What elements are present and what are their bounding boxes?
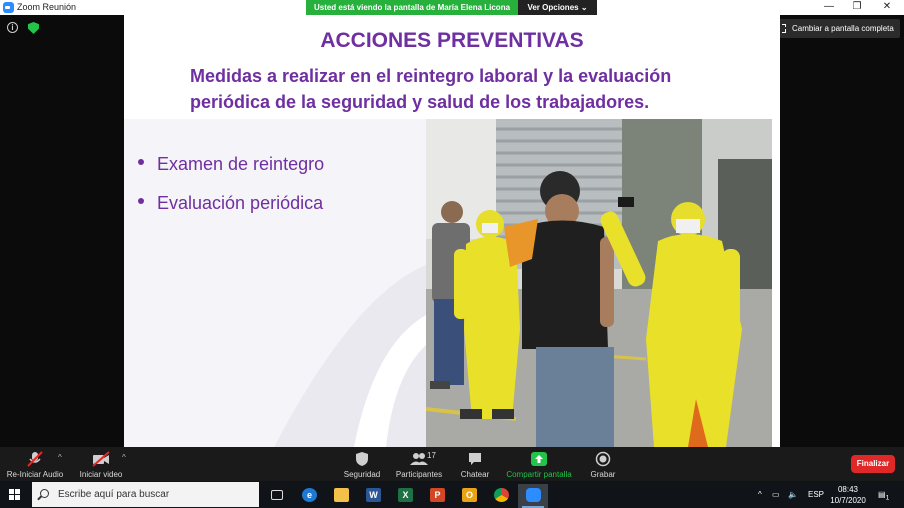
meeting-area: i Cambiar a pantalla completa ACCIONES P… [0,15,904,447]
taskbar-search-input[interactable]: Escribe aquí para buscar [32,482,259,507]
participants-icon [410,453,428,465]
window-title: Zoom Reunión [17,2,77,12]
slide-title: ACCIONES PREVENTIVAS [320,29,584,52]
end-meeting-button[interactable]: Finalizar [851,455,895,473]
view-options-label: Ver Opciones [527,3,579,12]
security-label: Seguridad [343,470,381,479]
powerpoint-icon[interactable]: P [422,484,452,508]
fullscreen-button[interactable]: Cambiar a pantalla completa [772,19,900,38]
info-icon[interactable]: i [7,22,18,33]
bullet-text: Examen de reintegro [157,154,325,174]
zoom-title-bar: Zoom Reunión Usted está viendo la pantal… [0,0,904,15]
windows-start-icon[interactable] [9,489,21,501]
start-video-label: Iniciar video [79,470,123,479]
muted-headphone-icon [27,451,43,467]
record-label: Grabar [590,470,616,479]
zoom-logo-icon [3,2,14,13]
share-screen-label: Compartir pantalla [506,470,572,479]
restart-audio-label: Re-Iniciar Audio [6,470,64,479]
bullet-item: Evaluación periódica [138,193,323,214]
file-explorer-icon[interactable] [326,484,356,508]
chevron-down-icon: ⌄ [580,3,588,12]
record-button[interactable]: Grabar [588,451,618,479]
slide-photo [426,119,772,447]
chrome-icon[interactable] [486,484,516,508]
windows-taskbar: Escribe aquí para buscar e W X P O ^ ▭ 🔈… [0,481,904,508]
share-screen-icon [531,452,547,466]
record-icon [595,451,611,467]
chat-label: Chatear [460,470,490,479]
encryption-shield-icon[interactable] [28,22,39,34]
search-placeholder: Escribe aquí para buscar [58,489,170,500]
notifications-icon[interactable]: ▤1 [878,481,889,508]
clock-time: 08:43 [837,485,859,494]
start-video-button[interactable]: Iniciar video [78,451,124,479]
video-off-icon [92,451,110,467]
subtitle-line-2: periódica de la seguridad y salud de los… [190,92,650,112]
participants-button[interactable]: Participantes [394,451,444,479]
fullscreen-label: Cambiar a pantalla completa [792,24,894,33]
share-screen-button[interactable]: Compartir pantalla [505,451,573,479]
bullet-text: Evaluación periódica [157,193,324,213]
volume-icon[interactable]: 🔈 [788,481,798,508]
battery-icon[interactable]: ▭ [772,481,780,508]
slide-subtitle: Medidas a realizar en el reintegro labor… [190,63,750,115]
participants-count: 17 [427,451,436,460]
view-options-button[interactable]: Ver Opciones ⌄ [518,0,597,15]
show-hidden-icons-icon[interactable]: ^ [758,481,762,508]
task-view-icon[interactable] [262,484,292,508]
bullet-dot-icon [138,159,144,166]
outlook-icon[interactable]: O [454,484,484,508]
notification-count: 1 [885,494,890,502]
shared-slide: ACCIONES PREVENTIVAS Medidas a realizar … [124,15,780,447]
minimize-button[interactable]: — [815,0,843,15]
taskbar-clock[interactable]: 08:43 10/7/2020 [828,484,868,506]
audio-options-caret-icon[interactable]: ^ [58,453,62,462]
bullet-item: Examen de reintegro [138,154,324,175]
security-button[interactable]: Seguridad [342,451,382,479]
video-options-caret-icon[interactable]: ^ [122,453,126,462]
subtitle-line-1: Medidas a realizar en el reintegro labor… [190,66,672,86]
zoom-taskbar-icon[interactable] [518,484,548,508]
chat-bubble-icon [469,453,481,465]
language-indicator[interactable]: ESP [808,481,824,508]
screen-share-banner: Usted está viendo la pantalla de María E… [306,0,518,15]
word-icon[interactable]: W [358,484,388,508]
clock-date: 10/7/2020 [830,496,866,505]
search-icon [40,489,49,498]
participants-label: Participantes [395,470,443,479]
edge-browser-icon[interactable]: e [294,484,324,508]
close-button[interactable]: ✕ [873,0,901,15]
shield-icon [356,452,368,466]
chat-button[interactable]: Chatear [456,451,494,479]
screen: Zoom Reunión Usted está viendo la pantal… [0,0,904,508]
maximize-button[interactable]: ❐ [843,0,871,15]
excel-icon[interactable]: X [390,484,420,508]
restart-audio-button[interactable]: Re-Iniciar Audio [6,451,64,479]
meeting-controls: Re-Iniciar Audio ^ Iniciar video ^ Segur… [0,447,904,481]
bullet-dot-icon [138,198,144,205]
